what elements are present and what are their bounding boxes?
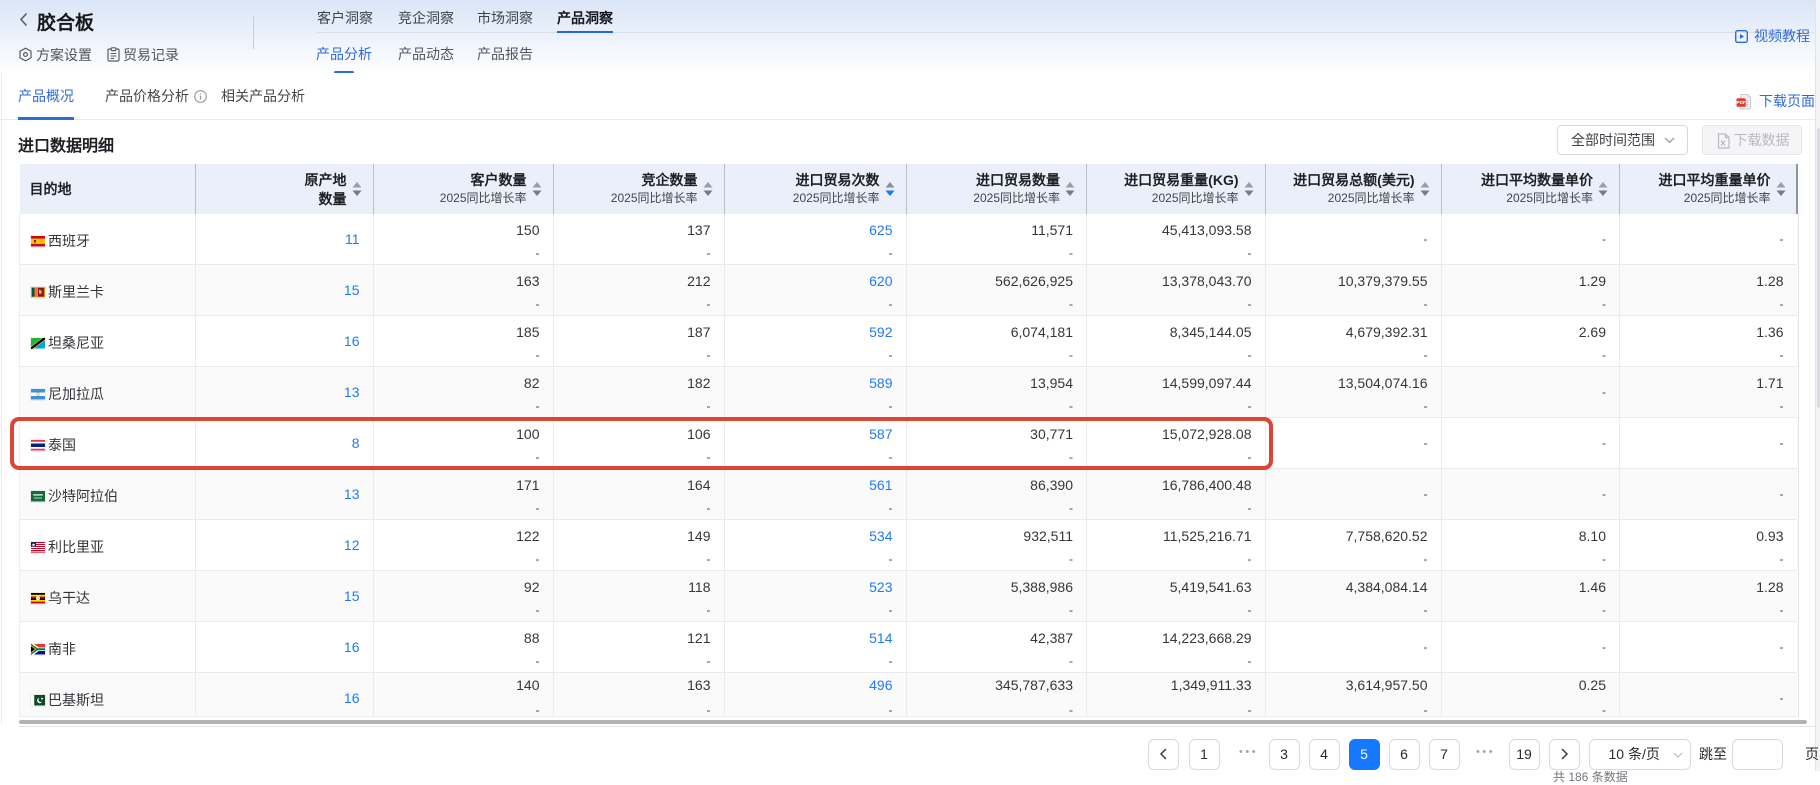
- svg-text:PDF: PDF: [1737, 100, 1746, 105]
